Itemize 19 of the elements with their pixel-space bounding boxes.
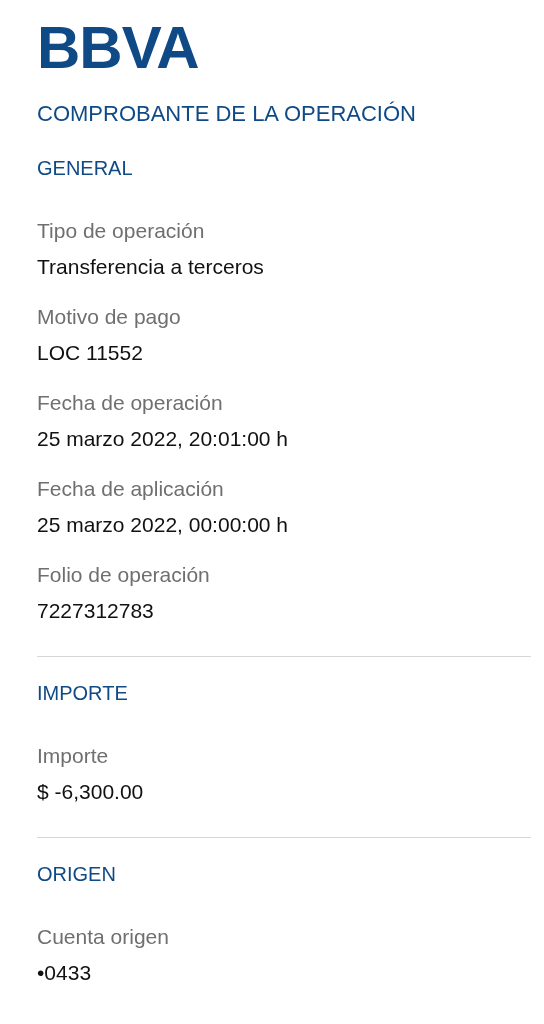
field-value: 25 marzo 2022, 20:01:00 h <box>37 426 289 452</box>
page-title: COMPROBANTE DE LA OPERACIÓN <box>37 100 417 128</box>
field-label: Tipo de operación <box>37 218 206 244</box>
field-label: Fecha de operación <box>37 390 224 416</box>
field-value: LOC 11552 <box>37 340 144 366</box>
section-heading: IMPORTE <box>37 681 129 706</box>
logo: BBVA <box>37 18 199 78</box>
field-value: Transferencia a terceros <box>37 254 265 280</box>
field-label: Folio de operación <box>37 562 211 588</box>
field-label: Cuenta origen <box>37 924 170 950</box>
field-label: Fecha de aplicación <box>37 476 225 502</box>
section-heading: GENERAL <box>37 156 134 181</box>
section-heading: ORIGEN <box>37 862 117 887</box>
field-value: •0433 <box>37 960 93 986</box>
field-value: $ -6,300.00 <box>37 779 145 805</box>
field-label: Importe <box>37 743 110 769</box>
field-value: 25 marzo 2022, 00:00:00 h <box>37 512 289 538</box>
field-value: 7227312783 <box>37 598 155 624</box>
field-label: Motivo de pago <box>37 304 182 330</box>
